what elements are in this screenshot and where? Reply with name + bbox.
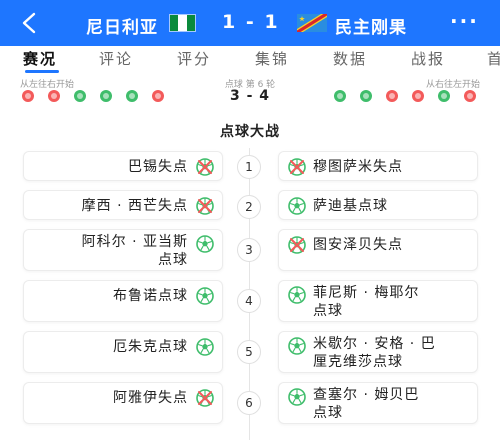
dr-congo-flag-icon [297, 14, 327, 32]
penalty-missed-icon [288, 158, 306, 176]
away-shootout-dots [334, 90, 476, 102]
home-penalty-card[interactable]: 摩西 · 西芒失点 [23, 190, 223, 220]
round-number: 2 [237, 195, 261, 219]
tab-report[interactable]: 战报 [411, 48, 445, 69]
penalty-taker-text: 阿雅伊失点 [113, 390, 188, 406]
tab-highlights[interactable]: 集锦 [255, 48, 289, 69]
home-penalty-card[interactable]: 布鲁诺点球 [23, 280, 223, 322]
away-penalty-card[interactable]: 米歇尔 · 安格 · 巴厘克维莎点球 [278, 331, 478, 373]
match-header: 尼日利亚 1 - 1 民主刚果 ··· [0, 0, 500, 46]
penalty-scored-icon [196, 235, 214, 253]
home-penalty-card[interactable]: 巴锡失点 [23, 151, 223, 181]
round-number: 5 [237, 340, 261, 364]
nigeria-flag-icon [169, 14, 196, 32]
away-penalty-card[interactable]: 萨迪基点球 [278, 190, 478, 220]
home-team-name[interactable]: 尼日利亚 [86, 13, 158, 38]
away-kick-dot [464, 90, 476, 102]
away-kick-dot [334, 90, 346, 102]
tab-comments[interactable]: 评论 [99, 48, 133, 69]
tab-match-status[interactable]: 赛况 [23, 48, 57, 69]
penalty-taker-text: 查塞尔 · 姆贝巴 点球 [313, 387, 420, 421]
penalty-missed-icon [196, 389, 214, 407]
match-score: 1 - 1 [222, 11, 280, 33]
away-penalty-card[interactable]: 图安泽贝失点 [278, 229, 478, 271]
away-penalty-card[interactable]: 菲尼斯 · 梅耶尔 点球 [278, 280, 478, 322]
active-tab-indicator [25, 70, 59, 73]
tab-bar: 赛况 评论 评分 集锦 数据 战报 首 [0, 46, 500, 74]
away-kick-dot [386, 90, 398, 102]
away-team-name[interactable]: 民主刚果 [335, 13, 407, 38]
penalty-scored-icon [288, 337, 306, 355]
penalty-taker-text: 巴锡失点 [128, 159, 188, 175]
more-options-button[interactable]: ··· [450, 9, 479, 33]
penalty-scored-icon [196, 287, 214, 305]
round-number: 6 [237, 391, 261, 415]
penalty-taker-text: 图安泽贝失点 [313, 237, 403, 253]
round-number: 3 [237, 238, 261, 262]
back-button[interactable] [16, 10, 42, 36]
penalty-shootout-title: 点球大战 [220, 124, 280, 140]
penalty-scored-icon [288, 286, 306, 304]
tab-ratings[interactable]: 评分 [177, 48, 211, 69]
penalty-taker-text: 穆图萨米失点 [313, 159, 403, 175]
penalty-missed-icon [196, 197, 214, 215]
tab-stats[interactable]: 数据 [333, 48, 367, 69]
penalty-taker-text: 米歇尔 · 安格 · 巴厘克维莎点球 [313, 336, 436, 370]
penalty-taker-text: 布鲁诺点球 [113, 288, 188, 304]
home-penalty-card[interactable]: 阿雅伊失点 [23, 382, 223, 424]
away-kick-dot [360, 90, 372, 102]
away-penalty-card[interactable]: 穆图萨米失点 [278, 151, 478, 181]
away-kick-dot [438, 90, 450, 102]
home-penalty-card[interactable]: 厄朱克点球 [23, 331, 223, 373]
penalty-taker-text: 厄朱克点球 [113, 339, 188, 355]
penalty-missed-icon [196, 158, 214, 176]
round-number: 4 [237, 289, 261, 313]
penalty-scored-icon [288, 388, 306, 406]
away-penalty-card[interactable]: 查塞尔 · 姆贝巴 点球 [278, 382, 478, 424]
penalty-missed-icon [288, 236, 306, 254]
chevron-left-icon [22, 12, 36, 34]
penalty-scored-icon [196, 338, 214, 356]
penalty-taker-text: 萨迪基点球 [313, 198, 388, 214]
penalty-taker-text: 菲尼斯 · 梅耶尔 点球 [313, 285, 420, 319]
away-kick-dot [412, 90, 424, 102]
penalty-taker-text: 摩西 · 西芒失点 [81, 198, 188, 214]
penalty-taker-text: 阿科尔 · 亚当斯 点球 [81, 234, 188, 268]
round-number: 1 [237, 155, 261, 179]
penalty-scored-icon [288, 197, 306, 215]
tab-lineup-partial[interactable]: 首 [487, 48, 500, 69]
home-penalty-card[interactable]: 阿科尔 · 亚当斯 点球 [23, 229, 223, 271]
